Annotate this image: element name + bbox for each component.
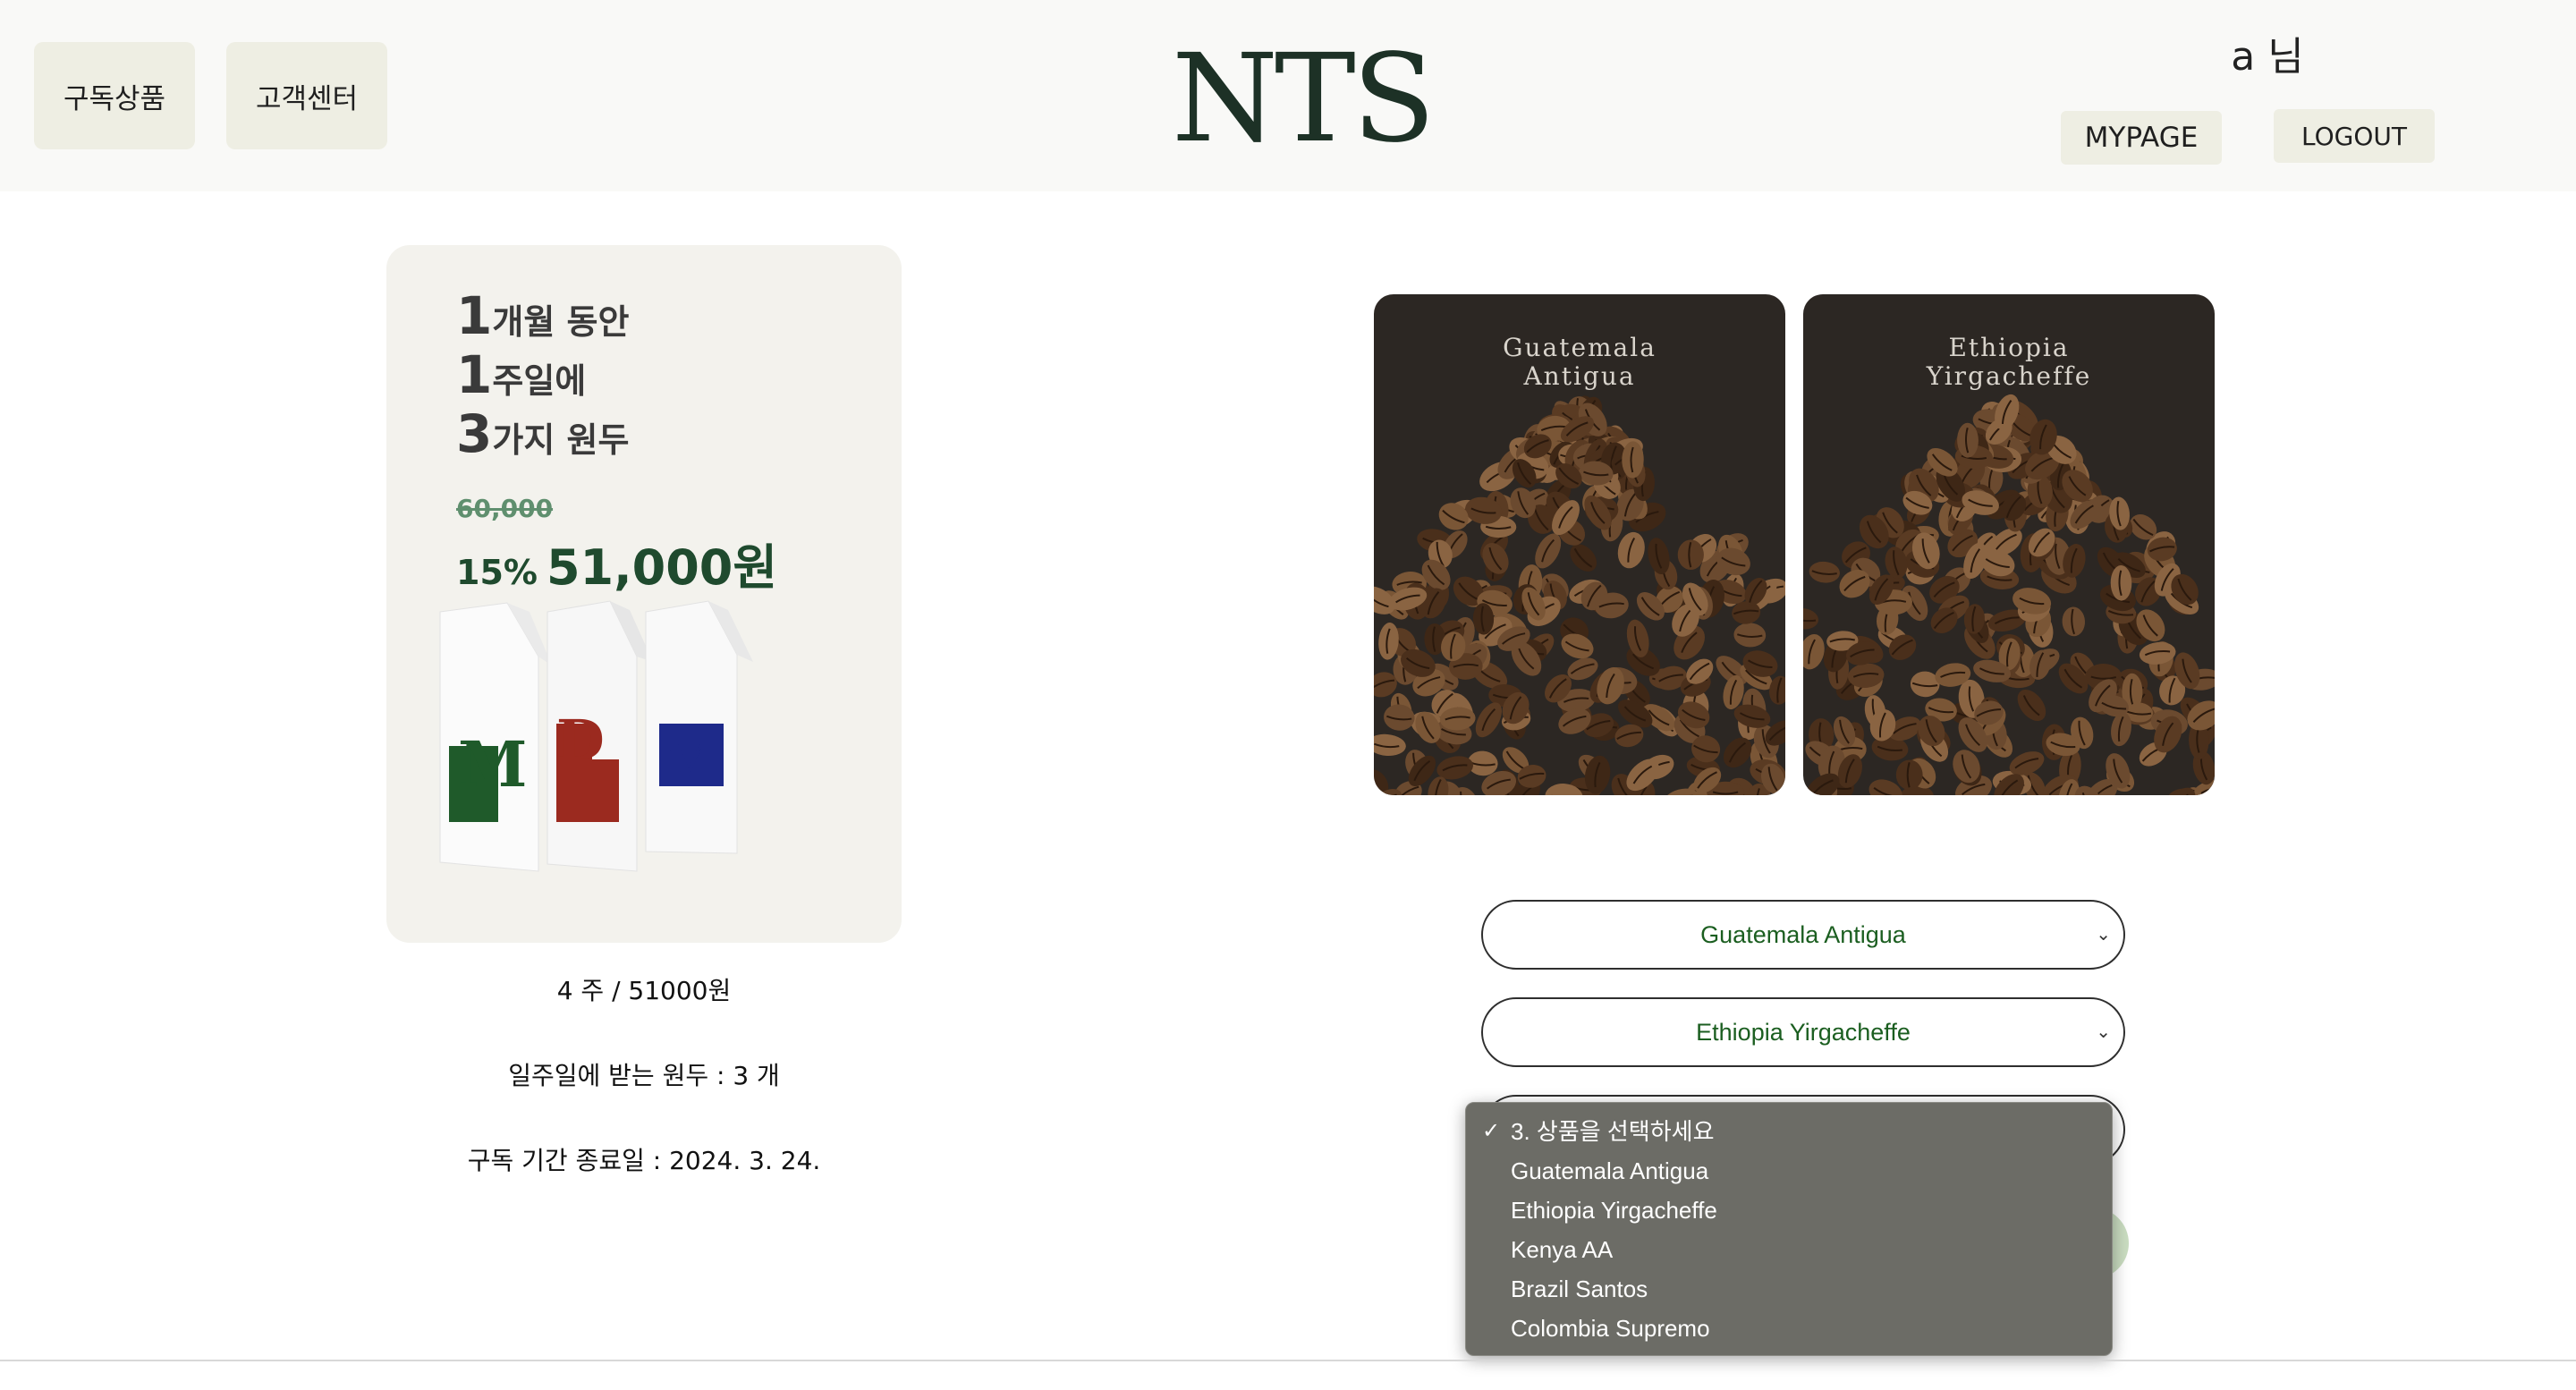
bean-select-2-value: Ethiopia Yirgacheffe bbox=[1696, 1018, 1911, 1046]
checkmark-icon: ✓ bbox=[1482, 1119, 1501, 1143]
nav-subscription-button[interactable]: 구독상품 bbox=[34, 42, 195, 149]
dropdown-option[interactable]: Brazil Santos bbox=[1466, 1269, 2112, 1309]
original-price: 60,000 bbox=[456, 494, 554, 523]
dropdown-option[interactable]: Ethiopia Yirgacheffe bbox=[1466, 1191, 2112, 1230]
coffee-card-guatemala: Guatemala Antigua bbox=[1374, 294, 1785, 795]
header: 구독상품 고객센터 NTS a 님 MYPAGE LOGOUT bbox=[0, 0, 2576, 191]
username-label: a 님 bbox=[2231, 34, 2304, 80]
logout-button[interactable]: LOGOUT bbox=[2274, 109, 2435, 163]
coffee-title-ethiopia: Ethiopia Yirgacheffe bbox=[1926, 333, 2092, 391]
dropdown-option[interactable]: Kenya AA bbox=[1466, 1230, 2112, 1269]
bean-select-2[interactable]: Ethiopia Yirgacheffe ⌄ bbox=[1481, 997, 2125, 1067]
site-logo[interactable]: NTS bbox=[1172, 38, 1436, 160]
beans-per-week: 일주일에 받는 원두 : 3 개 bbox=[508, 1061, 780, 1090]
subscription-product-card[interactable]: 1개월 동안 1주일에 3가지 원두 60,000 15% 51,000원 M D… bbox=[386, 245, 902, 943]
nav-customer-center-button[interactable]: 고객센터 bbox=[226, 42, 387, 149]
promo-line-months: 1개월 동안 bbox=[456, 285, 630, 346]
dropdown-option[interactable]: ✓ 3. 상품을 선택하세요 bbox=[1466, 1112, 2112, 1151]
bean-select-1[interactable]: Guatemala Antigua ⌄ bbox=[1481, 900, 2125, 970]
subscription-period-price: 4 주 / 51000원 bbox=[556, 976, 732, 1005]
coffee-card-ethiopia: Ethiopia Yirgacheffe bbox=[1803, 294, 2215, 795]
chevron-down-icon: ⌄ bbox=[2096, 925, 2111, 945]
bag-letter-m: M bbox=[458, 727, 528, 801]
coffee-title-guatemala: Guatemala Antigua bbox=[1503, 333, 1657, 391]
bag-letter-m2: M bbox=[659, 733, 718, 795]
chevron-down-icon: ⌄ bbox=[2096, 1022, 2111, 1042]
promo-line-beans: 3가지 원두 bbox=[456, 403, 630, 464]
bean-select-3-dropdown[interactable]: ✓ 3. 상품을 선택하세요 Guatemala Antigua Ethiopia… bbox=[1465, 1102, 2113, 1356]
coffee-bags-image: M D M bbox=[439, 600, 753, 872]
promo-line-weeks: 1주일에 bbox=[456, 344, 587, 405]
dropdown-option[interactable]: Colombia Supremo bbox=[1466, 1309, 2112, 1348]
bag-letter-d: D bbox=[556, 708, 605, 773]
dropdown-option[interactable]: Guatemala Antigua bbox=[1466, 1151, 2112, 1191]
footer-divider bbox=[0, 1360, 2576, 1361]
subscription-end-date: 구독 기간 종료일 : 2024. 3. 24. bbox=[467, 1146, 821, 1175]
mypage-button[interactable]: MYPAGE bbox=[2061, 111, 2222, 165]
bean-select-1-value: Guatemala Antigua bbox=[1700, 920, 1906, 948]
